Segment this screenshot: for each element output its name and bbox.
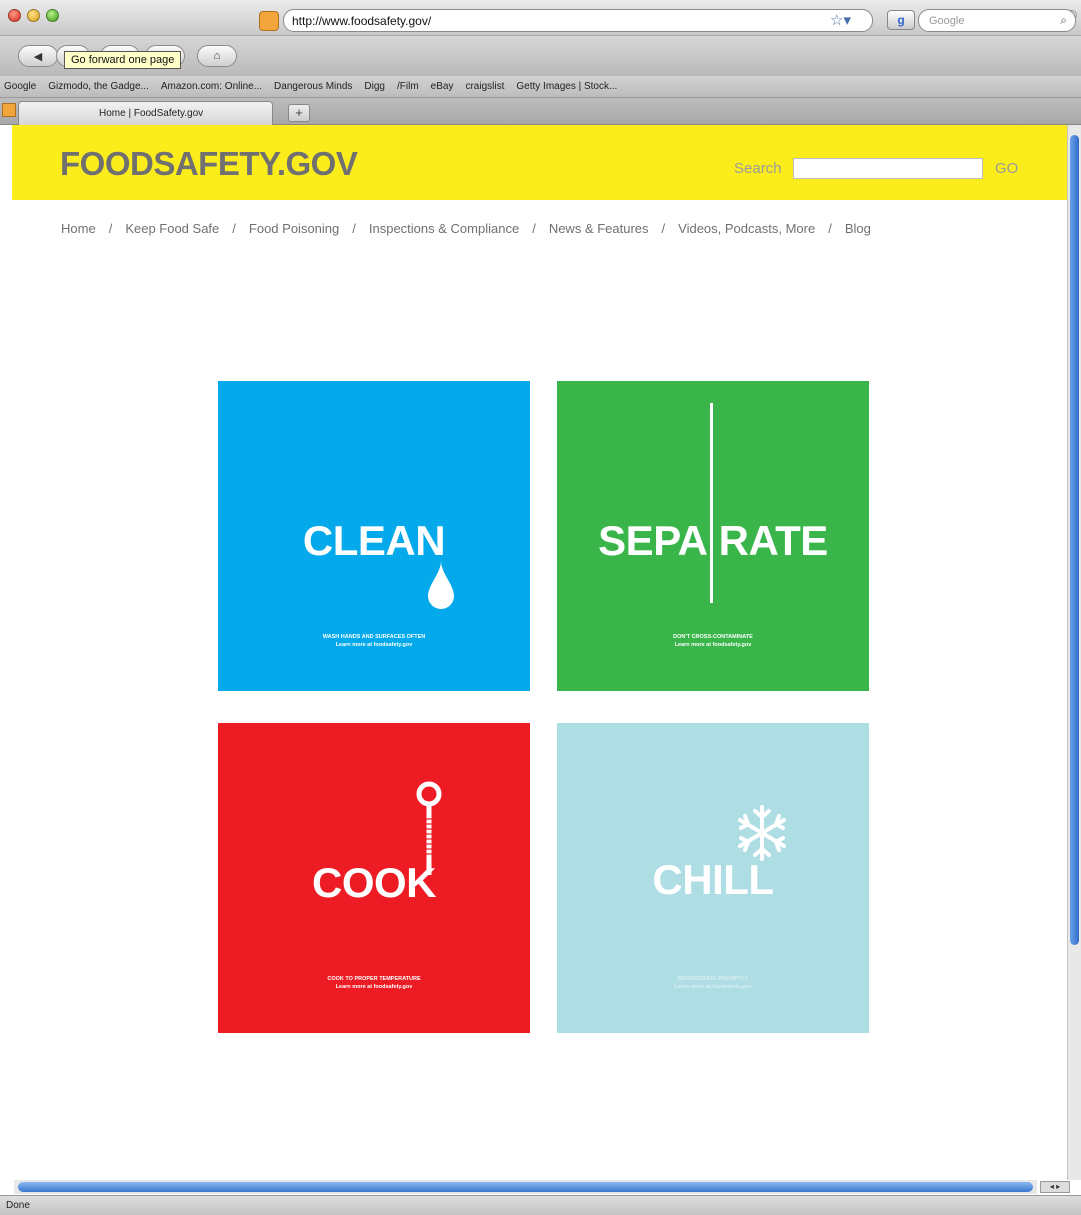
clean-title: CLEAN xyxy=(302,517,446,564)
nav-separator: / xyxy=(828,221,832,236)
main-nav: Home / Keep Food Safe / Food Poisoning /… xyxy=(61,221,871,236)
nav-item-home[interactable]: Home xyxy=(61,221,96,236)
chill-caption-text: REFRIGERATE PROMPTLY xyxy=(677,976,749,982)
site-logo[interactable]: FOODSAFETY.GOV xyxy=(60,145,358,183)
cook-caption: COOK TO PROPER TEMPERATURE Learn more at… xyxy=(218,975,530,991)
nav-separator: / xyxy=(661,221,666,236)
bookmark-item[interactable]: Google xyxy=(4,81,36,92)
search-icon[interactable]: ⌕ xyxy=(1060,13,1067,28)
separate-title-right: RATE xyxy=(718,517,829,564)
separate-caption-text: DON'T CROSS-CONTAMINATE xyxy=(673,634,753,640)
url-bar[interactable]: http://www.foodsafety.gov/ xyxy=(283,9,873,32)
clean-tile[interactable]: CLEAN WASH HANDS AND SURFACES OFTEN Lear… xyxy=(218,381,530,691)
bookmarks-bar: Google Gizmodo, the Gadge... Amazon.com:… xyxy=(0,76,1081,98)
bookmark-item[interactable]: Gizmodo, the Gadge... xyxy=(48,81,149,92)
browser-search-placeholder: Google xyxy=(929,14,965,27)
clean-caption: WASH HANDS AND SURFACES OFTEN Learn more… xyxy=(218,633,530,649)
tab-home[interactable]: Home | FoodSafety.gov xyxy=(18,101,273,125)
nav-separator: / xyxy=(232,221,236,236)
chill-tile[interactable]: CHILL REFRIGERATE PROMPTLY Learn more at… xyxy=(557,723,869,1033)
browser-search-input[interactable]: Google ⌕ xyxy=(918,9,1076,32)
search-engine-icon[interactable]: g xyxy=(887,10,915,30)
bookmark-item[interactable]: Dangerous Minds xyxy=(274,81,352,92)
bookmark-item[interactable]: Getty Images | Stock... xyxy=(516,81,617,92)
bookmark-star-icon[interactable]: ☆▾ xyxy=(830,11,851,29)
cook-caption-text: COOK TO PROPER TEMPERATURE xyxy=(327,976,421,982)
horizontal-scroll-thumb[interactable] xyxy=(18,1182,1033,1192)
tab-favicon-icon xyxy=(2,103,16,117)
separate-tile[interactable]: SEPA RATE DON'T CROSS-CONTAMINATE Learn … xyxy=(557,381,869,691)
nav-separator: / xyxy=(532,221,536,236)
nav-item-keep-food-safe[interactable]: Keep Food Safe xyxy=(125,221,219,236)
scroll-arrows-icon[interactable]: ◂ ▸ xyxy=(1040,1181,1070,1193)
web-page: FOODSAFETY.GOV Search GO Home / Keep Foo… xyxy=(12,125,1067,1180)
vertical-scroll-thumb[interactable] xyxy=(1070,135,1079,945)
nav-item-inspections[interactable]: Inspections & Compliance xyxy=(369,221,519,236)
clean-caption-text: WASH HANDS AND SURFACES OFTEN xyxy=(322,634,426,640)
separate-learn-more[interactable]: Learn more at foodsafety.gov xyxy=(557,641,869,649)
nav-item-blog[interactable]: Blog xyxy=(845,221,871,236)
site-search-go-button[interactable]: GO xyxy=(995,160,1018,177)
url-text: http://www.foodsafety.gov/ xyxy=(292,13,432,28)
site-search-label: Search xyxy=(734,160,782,177)
cook-learn-more[interactable]: Learn more at foodsafety.gov xyxy=(218,983,530,991)
status-bar: Done xyxy=(0,1195,1081,1215)
tab-strip: Home | FoodSafety.gov xyxy=(0,98,1081,125)
separator-line-icon xyxy=(710,403,713,603)
new-tab-button[interactable]: + xyxy=(288,104,310,122)
cook-title: COOK xyxy=(312,859,437,906)
bookmark-item[interactable]: Digg xyxy=(364,81,385,92)
bookmark-item[interactable]: Amazon.com: Online... xyxy=(161,81,262,92)
chill-caption: REFRIGERATE PROMPTLY Learn more at foods… xyxy=(557,975,869,991)
nav-item-food-poisoning[interactable]: Food Poisoning xyxy=(249,221,339,236)
horizontal-scrollbar[interactable] xyxy=(14,1180,1037,1194)
clean-learn-more[interactable]: Learn more at foodsafety.gov xyxy=(218,641,530,649)
separate-caption: DON'T CROSS-CONTAMINATE Learn more at fo… xyxy=(557,633,869,649)
status-text: Done xyxy=(6,1200,30,1211)
forward-tooltip: Go forward one page xyxy=(64,51,182,69)
vertical-scrollbar[interactable] xyxy=(1067,125,1081,1180)
bookmark-item[interactable]: /Film xyxy=(397,81,419,92)
snowflake-icon xyxy=(738,805,786,861)
back-button[interactable]: ◀ xyxy=(18,45,58,67)
nav-separator: / xyxy=(352,221,356,236)
nav-item-news[interactable]: News & Features xyxy=(549,221,649,236)
tab-label: Home | FoodSafety.gov xyxy=(99,108,204,119)
nav-item-videos[interactable]: Videos, Podcasts, More xyxy=(678,221,815,236)
site-search-input[interactable] xyxy=(793,158,983,179)
home-icon: ⌂ xyxy=(213,50,221,62)
nav-separator: / xyxy=(108,221,113,236)
site-favicon-icon xyxy=(259,11,279,31)
cook-tile[interactable]: COOK COOK TO PROPER TEMPERATURE Learn mo… xyxy=(218,723,530,1033)
chill-title: CHILL xyxy=(652,856,774,903)
separate-title-left: SEPA xyxy=(598,517,708,564)
home-button[interactable]: ⌂ xyxy=(197,45,237,67)
bookmark-item[interactable]: craigslist xyxy=(465,81,504,92)
separate-title: SEPA RATE xyxy=(557,517,869,565)
water-drop-icon xyxy=(428,561,454,609)
chill-learn-more[interactable]: Learn more at foodsafety.gov xyxy=(557,983,869,991)
bookmark-item[interactable]: eBay xyxy=(431,81,454,92)
back-arrow-icon: ◀ xyxy=(33,50,43,63)
browser-toolbar: ◀ ▶ ↻ ✕ ⌂ Go forward one page xyxy=(0,36,1081,76)
site-header: FOODSAFETY.GOV Search GO xyxy=(12,125,1067,200)
